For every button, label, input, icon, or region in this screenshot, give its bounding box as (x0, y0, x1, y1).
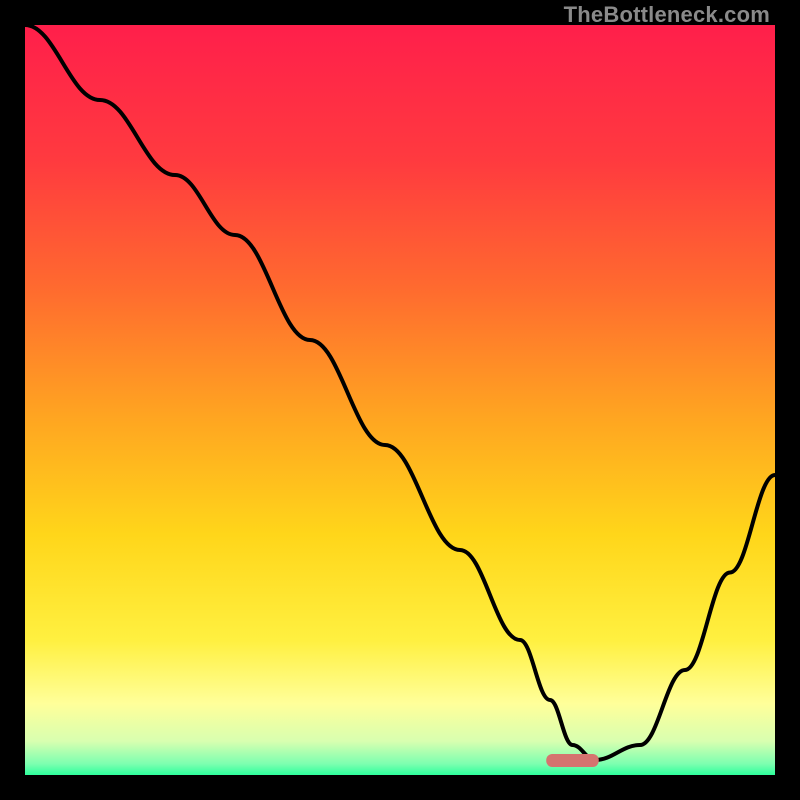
chart-frame (25, 25, 775, 775)
optimal-marker (546, 754, 599, 767)
chart-svg (25, 25, 775, 775)
watermark-text: TheBottleneck.com (564, 2, 770, 28)
